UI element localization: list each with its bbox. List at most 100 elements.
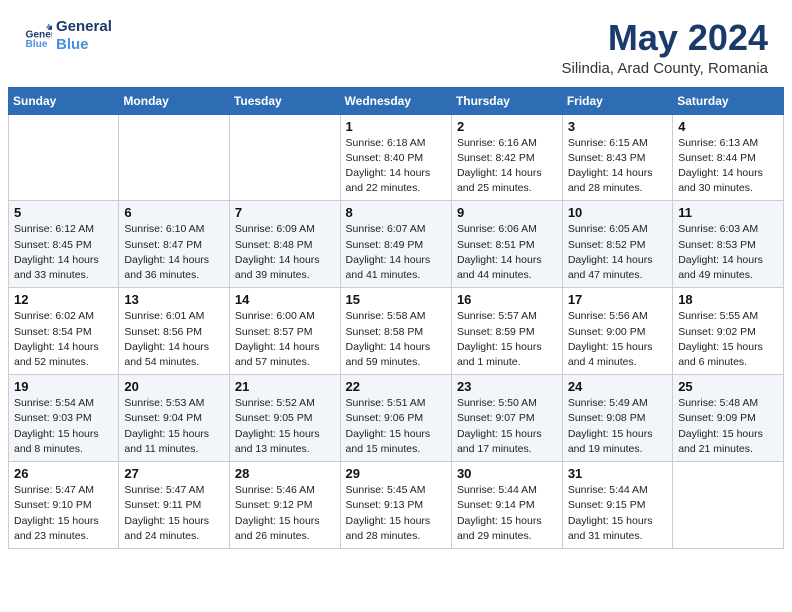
day-cell: 22 Sunrise: 5:51 AM Sunset: 9:06 PM Dayli… (340, 375, 451, 462)
day-info: Sunrise: 6:06 AM Sunset: 8:51 PM Dayligh… (457, 222, 557, 283)
week-row-5: 26 Sunrise: 5:47 AM Sunset: 9:10 PM Dayli… (9, 462, 784, 549)
calendar-wrapper: SundayMondayTuesdayWednesdayThursdayFrid… (0, 87, 792, 557)
day-number: 1 (346, 119, 446, 134)
day-number: 28 (235, 466, 335, 481)
day-cell: 18Sunrise: 5:55 AM Sunset: 9:02 PM Dayli… (673, 288, 784, 375)
day-number: 12 (14, 292, 113, 307)
day-cell (119, 114, 230, 201)
day-info: Sunrise: 6:18 AM Sunset: 8:40 PM Dayligh… (346, 136, 446, 197)
day-cell: 26 Sunrise: 5:47 AM Sunset: 9:10 PM Dayli… (9, 462, 119, 549)
week-row-2: 5 Sunrise: 6:12 AM Sunset: 8:45 PM Daylig… (9, 201, 784, 288)
day-cell: 5 Sunrise: 6:12 AM Sunset: 8:45 PM Daylig… (9, 201, 119, 288)
day-info: Sunrise: 5:56 AM Sunset: 9:00 PM Dayligh… (568, 309, 667, 370)
day-cell (229, 114, 340, 201)
day-number: 22 (346, 379, 446, 394)
day-cell: 31Sunrise: 5:44 AM Sunset: 9:15 PM Dayli… (562, 462, 672, 549)
day-cell: 3 Sunrise: 6:15 AM Sunset: 8:43 PM Daylig… (562, 114, 672, 201)
day-cell: 15 Sunrise: 5:58 AM Sunset: 8:58 PM Dayli… (340, 288, 451, 375)
day-cell: 25 Sunrise: 5:48 AM Sunset: 9:09 PM Dayli… (673, 375, 784, 462)
day-number: 7 (235, 205, 335, 220)
day-number: 13 (124, 292, 224, 307)
day-number: 19 (14, 379, 113, 394)
page-header: General Blue General Blue May 2024 Silin… (0, 0, 792, 87)
day-number: 20 (124, 379, 224, 394)
day-info: Sunrise: 5:57 AM Sunset: 8:59 PM Dayligh… (457, 309, 557, 370)
day-number: 30 (457, 466, 557, 481)
header-monday: Monday (119, 87, 230, 114)
day-cell: 16 Sunrise: 5:57 AM Sunset: 8:59 PM Dayli… (451, 288, 562, 375)
day-cell: 9Sunrise: 6:06 AM Sunset: 8:51 PM Daylig… (451, 201, 562, 288)
day-cell: 4Sunrise: 6:13 AM Sunset: 8:44 PM Daylig… (673, 114, 784, 201)
day-info: Sunrise: 5:53 AM Sunset: 9:04 PM Dayligh… (124, 396, 224, 457)
calendar-table: SundayMondayTuesdayWednesdayThursdayFrid… (8, 87, 784, 549)
day-info: Sunrise: 5:48 AM Sunset: 9:09 PM Dayligh… (678, 396, 778, 457)
day-number: 31 (568, 466, 667, 481)
header-tuesday: Tuesday (229, 87, 340, 114)
day-cell: 27 Sunrise: 5:47 AM Sunset: 9:11 PM Dayli… (119, 462, 230, 549)
day-cell: 12 Sunrise: 6:02 AM Sunset: 8:54 PM Dayli… (9, 288, 119, 375)
day-number: 25 (678, 379, 778, 394)
day-cell: 24 Sunrise: 5:49 AM Sunset: 9:08 PM Dayli… (562, 375, 672, 462)
day-info: Sunrise: 6:15 AM Sunset: 8:43 PM Dayligh… (568, 136, 667, 197)
day-number: 8 (346, 205, 446, 220)
day-info: Sunrise: 6:02 AM Sunset: 8:54 PM Dayligh… (14, 309, 113, 370)
week-row-4: 19 Sunrise: 5:54 AM Sunset: 9:03 PM Dayli… (9, 375, 784, 462)
day-info: Sunrise: 5:54 AM Sunset: 9:03 PM Dayligh… (14, 396, 113, 457)
day-cell: 11Sunrise: 6:03 AM Sunset: 8:53 PM Dayli… (673, 201, 784, 288)
day-info: Sunrise: 5:47 AM Sunset: 9:10 PM Dayligh… (14, 483, 113, 544)
day-info: Sunrise: 5:50 AM Sunset: 9:07 PM Dayligh… (457, 396, 557, 457)
day-cell: 30Sunrise: 5:44 AM Sunset: 9:14 PM Dayli… (451, 462, 562, 549)
day-info: Sunrise: 5:52 AM Sunset: 9:05 PM Dayligh… (235, 396, 335, 457)
day-number: 11 (678, 205, 778, 220)
day-cell: 6 Sunrise: 6:10 AM Sunset: 8:47 PM Daylig… (119, 201, 230, 288)
day-number: 2 (457, 119, 557, 134)
day-info: Sunrise: 6:09 AM Sunset: 8:48 PM Dayligh… (235, 222, 335, 283)
day-number: 29 (346, 466, 446, 481)
day-info: Sunrise: 6:10 AM Sunset: 8:47 PM Dayligh… (124, 222, 224, 283)
day-cell: 21Sunrise: 5:52 AM Sunset: 9:05 PM Dayli… (229, 375, 340, 462)
svg-text:Blue: Blue (26, 39, 48, 50)
day-cell: 13Sunrise: 6:01 AM Sunset: 8:56 PM Dayli… (119, 288, 230, 375)
day-number: 18 (678, 292, 778, 307)
day-number: 24 (568, 379, 667, 394)
calendar-header-row: SundayMondayTuesdayWednesdayThursdayFrid… (9, 87, 784, 114)
day-number: 5 (14, 205, 113, 220)
week-row-3: 12 Sunrise: 6:02 AM Sunset: 8:54 PM Dayli… (9, 288, 784, 375)
day-info: Sunrise: 5:58 AM Sunset: 8:58 PM Dayligh… (346, 309, 446, 370)
day-number: 23 (457, 379, 557, 394)
day-cell: 23 Sunrise: 5:50 AM Sunset: 9:07 PM Dayli… (451, 375, 562, 462)
day-number: 14 (235, 292, 335, 307)
day-cell: 7 Sunrise: 6:09 AM Sunset: 8:48 PM Daylig… (229, 201, 340, 288)
day-number: 15 (346, 292, 446, 307)
header-saturday: Saturday (673, 87, 784, 114)
day-number: 16 (457, 292, 557, 307)
header-thursday: Thursday (451, 87, 562, 114)
header-friday: Friday (562, 87, 672, 114)
day-info: Sunrise: 6:13 AM Sunset: 8:44 PM Dayligh… (678, 136, 778, 197)
day-info: Sunrise: 6:07 AM Sunset: 8:49 PM Dayligh… (346, 222, 446, 283)
day-cell: 28Sunrise: 5:46 AM Sunset: 9:12 PM Dayli… (229, 462, 340, 549)
day-info: Sunrise: 5:51 AM Sunset: 9:06 PM Dayligh… (346, 396, 446, 457)
day-number: 6 (124, 205, 224, 220)
logo: General Blue General Blue (24, 18, 112, 54)
day-info: Sunrise: 6:00 AM Sunset: 8:57 PM Dayligh… (235, 309, 335, 370)
month-title: May 2024 (562, 18, 769, 58)
day-cell (673, 462, 784, 549)
day-info: Sunrise: 5:45 AM Sunset: 9:13 PM Dayligh… (346, 483, 446, 544)
day-info: Sunrise: 6:16 AM Sunset: 8:42 PM Dayligh… (457, 136, 557, 197)
title-section: May 2024 Silindia, Arad County, Romania (562, 18, 769, 77)
day-cell: 17 Sunrise: 5:56 AM Sunset: 9:00 PM Dayli… (562, 288, 672, 375)
day-cell: 8 Sunrise: 6:07 AM Sunset: 8:49 PM Daylig… (340, 201, 451, 288)
day-number: 26 (14, 466, 113, 481)
day-number: 10 (568, 205, 667, 220)
day-number: 3 (568, 119, 667, 134)
logo-text-general: General (56, 18, 112, 36)
day-info: Sunrise: 5:47 AM Sunset: 9:11 PM Dayligh… (124, 483, 224, 544)
location-subtitle: Silindia, Arad County, Romania (562, 60, 769, 77)
header-wednesday: Wednesday (340, 87, 451, 114)
day-number: 17 (568, 292, 667, 307)
day-info: Sunrise: 6:12 AM Sunset: 8:45 PM Dayligh… (14, 222, 113, 283)
week-row-1: 1 Sunrise: 6:18 AM Sunset: 8:40 PM Daylig… (9, 114, 784, 201)
day-info: Sunrise: 5:49 AM Sunset: 9:08 PM Dayligh… (568, 396, 667, 457)
day-number: 27 (124, 466, 224, 481)
